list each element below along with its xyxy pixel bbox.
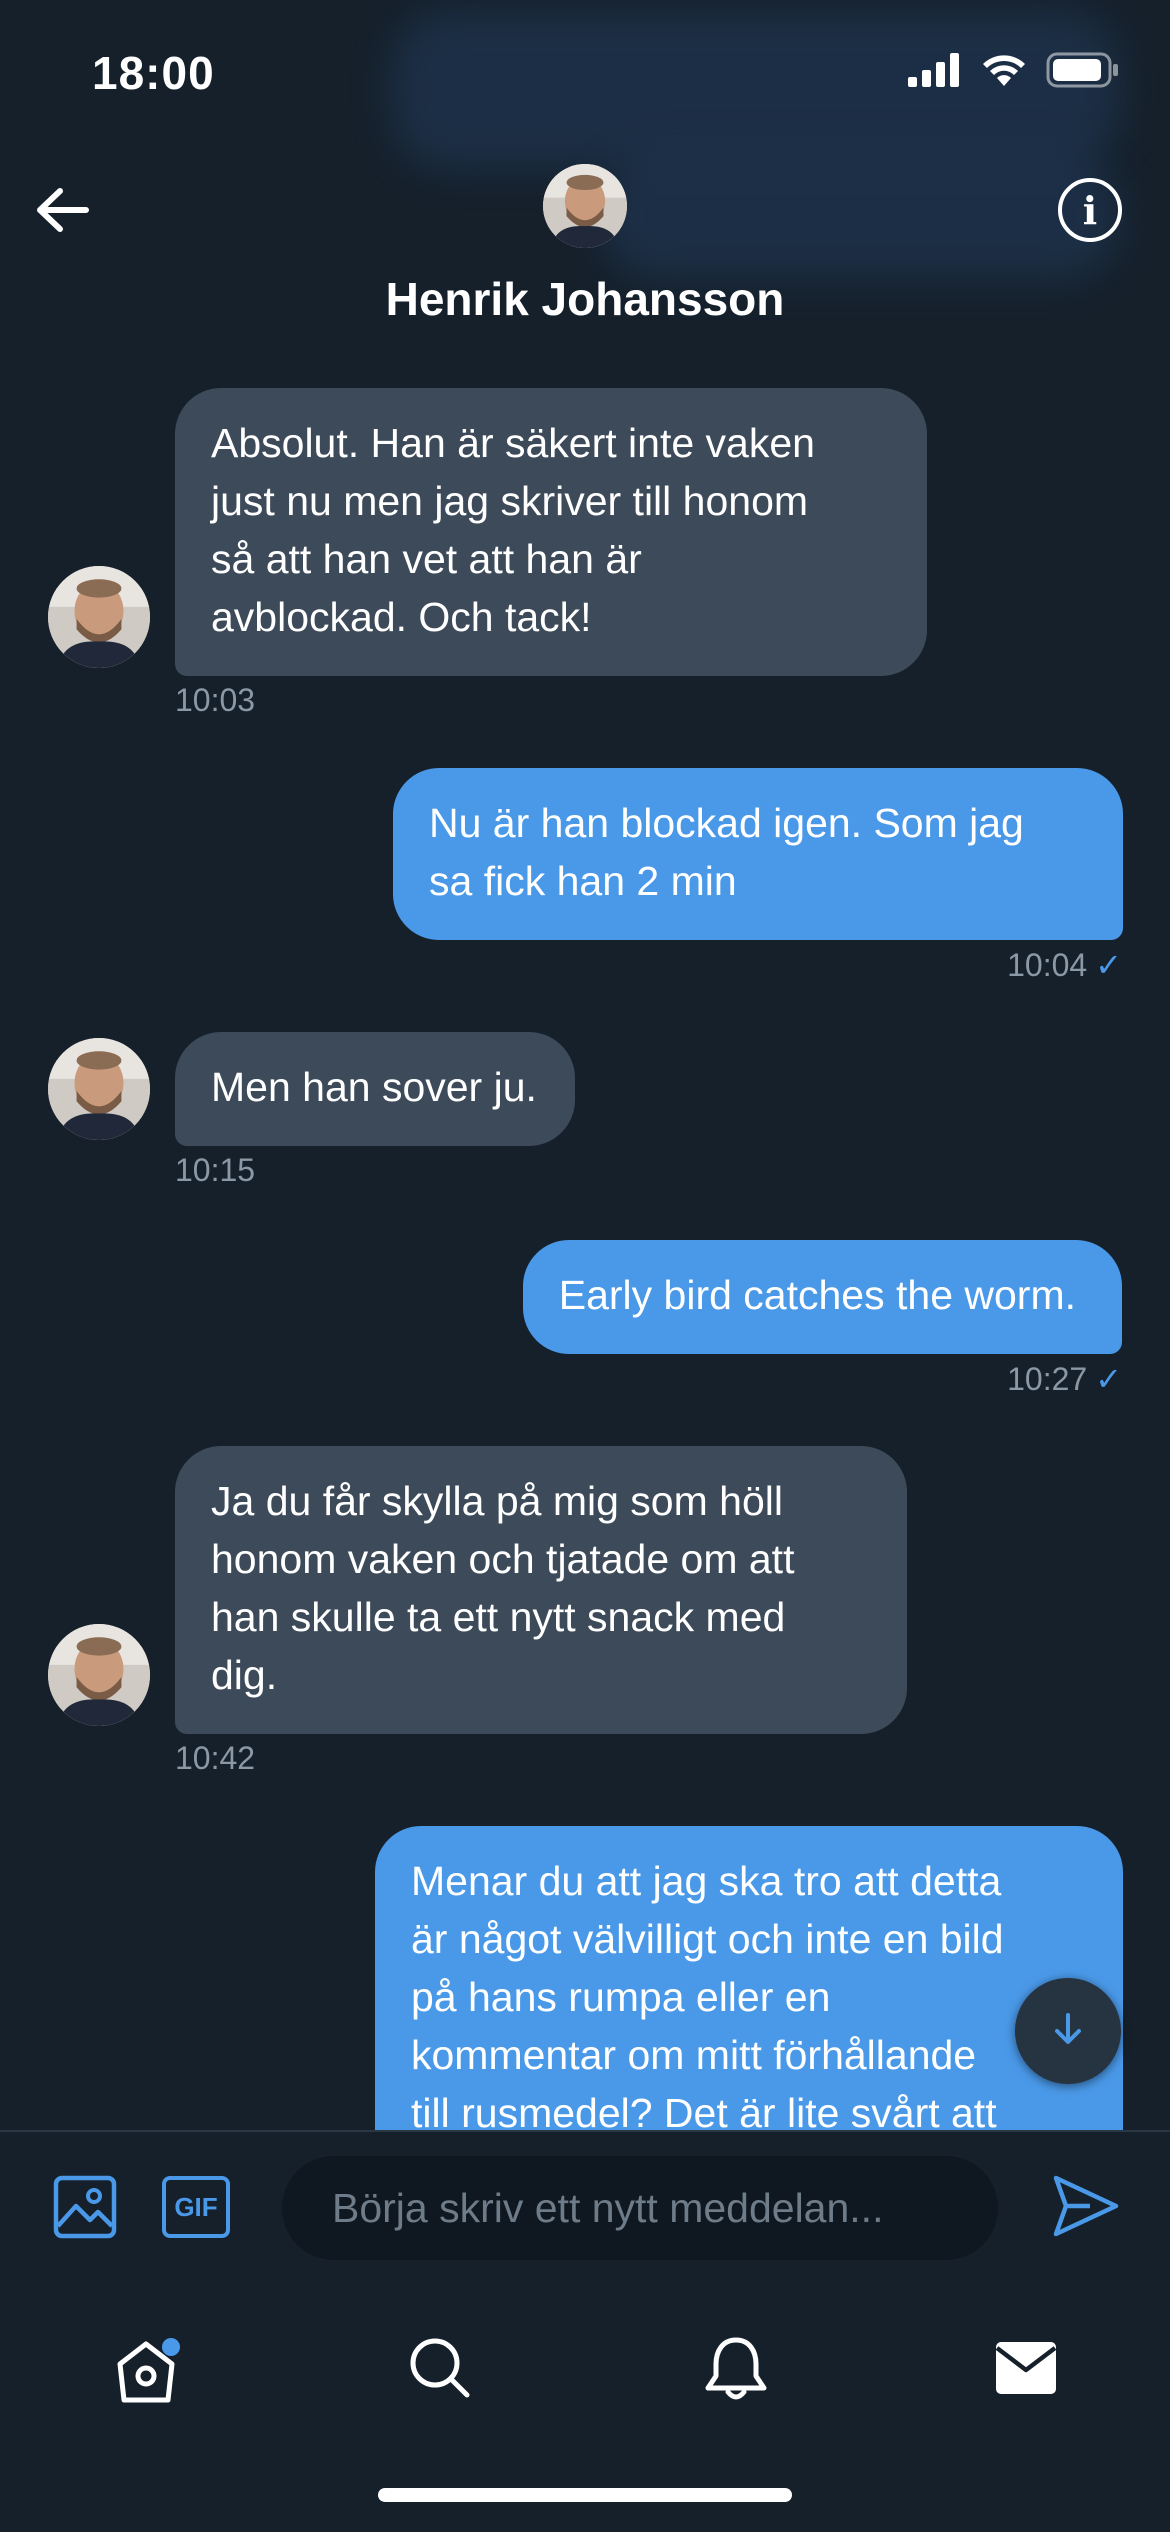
scroll-to-bottom-button[interactable] xyxy=(1015,1978,1121,2084)
conversation-header: Henrik Johansson i xyxy=(0,150,1170,350)
message-line: sa fick han 2 min xyxy=(429,858,737,904)
arrow-left-icon xyxy=(34,186,90,239)
tab-home[interactable] xyxy=(106,2330,186,2410)
message-bubble-outgoing[interactable]: Nu är han blockad igen. Som jag sa fick … xyxy=(393,768,1123,940)
message-line: till rusmedel? Det är lite svårt att xyxy=(411,2090,997,2130)
wifi-icon xyxy=(980,52,1028,93)
message-line: så att han vet att han är xyxy=(211,536,642,582)
message-line: är något välvilligt och inte en bild xyxy=(411,1916,1004,1962)
message-line: kommentar om mitt förhållande xyxy=(411,2032,977,2078)
add-media-button[interactable] xyxy=(52,2174,118,2240)
image-icon xyxy=(52,2175,118,2244)
header-avatar[interactable] xyxy=(543,164,627,248)
message-bubble-outgoing[interactable]: Early bird catches the worm. xyxy=(522,1240,1122,1354)
send-button[interactable] xyxy=(1050,2170,1122,2242)
messages-envelope-icon xyxy=(994,2340,1058,2401)
avatar-image xyxy=(48,1038,150,1140)
message-input[interactable] xyxy=(282,2156,998,2260)
status-bar: 18:00 xyxy=(0,0,1170,280)
tab-messages[interactable] xyxy=(986,2330,1066,2410)
cellular-signal-icon xyxy=(908,53,962,92)
message-bubble-incoming[interactable]: Ja du får skylla på mig som höll honom v… xyxy=(175,1446,907,1734)
status-icons xyxy=(908,52,1120,93)
message-bubble-incoming[interactable]: Men han sover ju. xyxy=(175,1032,575,1146)
back-button[interactable] xyxy=(30,180,94,244)
message-line: Nu är han blockad igen. Som jag xyxy=(429,800,1024,846)
message-bubble-outgoing[interactable]: Menar du att jag ska tro att detta är nå… xyxy=(375,1826,1123,2130)
sender-avatar[interactable] xyxy=(48,566,150,668)
avatar-image xyxy=(48,1624,150,1726)
notifications-bell-icon xyxy=(704,2334,768,2407)
message-line: dig. xyxy=(211,1652,278,1698)
message-bubble-incoming[interactable]: Absolut. Han är säkert inte vaken just n… xyxy=(175,388,927,676)
status-time: 18:00 xyxy=(92,47,215,99)
tab-search[interactable] xyxy=(400,2330,480,2410)
home-notification-dot xyxy=(162,2338,180,2356)
message-line: Early bird catches the worm. xyxy=(558,1272,1076,1318)
message-line: honom vaken och tjatade om att xyxy=(211,1536,795,1582)
read-check-icon: ✓ xyxy=(1095,1361,1122,1397)
message-line: Menar du att jag ska tro att detta xyxy=(411,1858,1002,1904)
home-indicator[interactable] xyxy=(378,2488,792,2502)
battery-icon xyxy=(1046,52,1120,93)
message-line: Absolut. Han är säkert inte vaken xyxy=(211,420,815,466)
message-status: 10:04 ✓ xyxy=(1007,946,1122,984)
sender-avatar[interactable] xyxy=(48,1624,150,1726)
message-timestamp: 10:03 xyxy=(175,682,256,718)
contact-name[interactable]: Henrik Johansson xyxy=(0,272,1170,326)
message-line: han skulle ta ett nytt snack med xyxy=(211,1594,786,1640)
message-clip-region: Menar du att jag ska tro att detta är nå… xyxy=(0,1826,1170,2130)
send-icon xyxy=(1050,2175,1122,2246)
read-check-icon: ✓ xyxy=(1095,947,1122,983)
dm-conversation-screen: 18:00 Henrik Johansson i Absolut. Han är… xyxy=(0,0,1170,2532)
message-line: Men han sover ju. xyxy=(211,1064,537,1110)
gif-button[interactable]: GIF xyxy=(162,2176,230,2238)
compose-bar: GIF xyxy=(0,2130,1170,2290)
search-icon xyxy=(407,2335,473,2406)
message-line: Ja du får skylla på mig som höll xyxy=(211,1478,783,1524)
message-timestamp: 10:15 xyxy=(175,1152,256,1188)
home-icon xyxy=(112,2336,180,2404)
avatar-image xyxy=(543,164,627,248)
message-status: 10:27 ✓ xyxy=(1007,1360,1122,1398)
info-button[interactable]: i xyxy=(1058,178,1122,242)
avatar-image xyxy=(48,566,150,668)
arrow-down-icon xyxy=(1048,2009,1088,2054)
info-icon: i xyxy=(1082,187,1098,233)
message-timestamp: 10:04 xyxy=(1007,947,1088,983)
tab-notifications[interactable] xyxy=(696,2330,776,2410)
message-timestamp: 10:42 xyxy=(175,1740,256,1776)
message-timestamp: 10:27 xyxy=(1007,1361,1088,1397)
sender-avatar[interactable] xyxy=(48,1038,150,1140)
message-line: just nu men jag skriver till honom xyxy=(211,478,809,524)
message-line: på hans rumpa eller en xyxy=(411,1974,831,2020)
message-line: avblockad. Och tack! xyxy=(211,594,592,640)
